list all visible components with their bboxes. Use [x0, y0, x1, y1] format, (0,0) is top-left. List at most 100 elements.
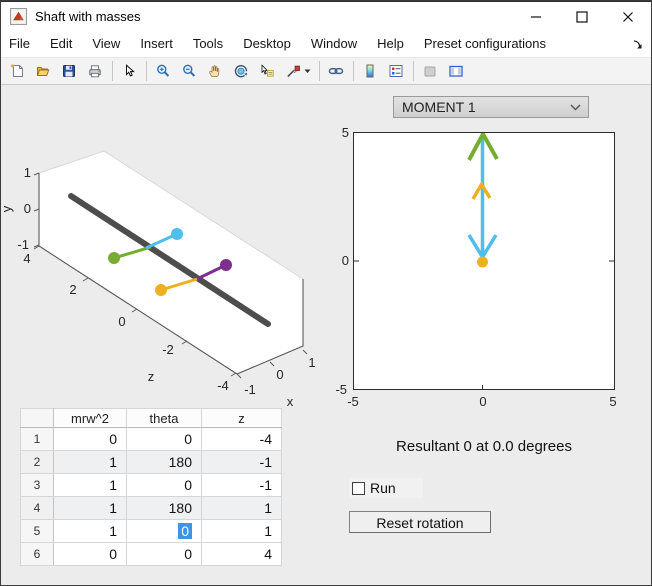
cell-z[interactable]: -1	[201, 473, 282, 497]
data-cursor-icon	[261, 64, 274, 77]
toolbar-separator	[112, 61, 113, 81]
show-plot-tools-icon	[449, 65, 463, 77]
table-row: 4 1 180 1	[20, 496, 282, 520]
row-number: 2	[20, 450, 54, 474]
cell-mrw2[interactable]: 0	[53, 542, 127, 566]
window-title: Shaft with masses	[35, 9, 141, 24]
reset-rotation-button[interactable]: Reset rotation	[349, 511, 491, 533]
run-checkbox-label: Run	[370, 480, 396, 496]
toolbar-separator	[319, 61, 320, 81]
printer-icon	[89, 65, 101, 78]
cell-z[interactable]: 4	[201, 542, 282, 566]
rotate-3d-icon	[234, 64, 248, 78]
pan-hand-icon	[209, 65, 220, 77]
open-folder-icon	[36, 67, 50, 76]
menu-window[interactable]: Window	[301, 31, 367, 57]
brush-dropdown-caret[interactable]	[304, 61, 312, 81]
plot-tick-marks	[354, 260, 614, 389]
moment-ytick-0: 0	[341, 253, 349, 268]
menu-tools[interactable]: Tools	[183, 31, 233, 57]
menu-help[interactable]: Help	[367, 31, 414, 57]
edit-plot-button[interactable]	[119, 61, 139, 81]
data-cursor-button[interactable]	[257, 61, 277, 81]
zoom-out-icon	[183, 64, 196, 77]
row-number: 3	[20, 473, 54, 497]
insert-legend-button[interactable]	[386, 61, 406, 81]
menu-file[interactable]: File	[1, 31, 40, 57]
moment-selector[interactable]: MOMENT 1	[393, 96, 589, 118]
title-bar: Shaft with masses	[1, 1, 651, 31]
cell-theta-editing[interactable]: 0	[126, 519, 202, 543]
y-tick-0: 0	[24, 201, 31, 216]
dock-figure-icon[interactable]	[631, 38, 644, 51]
save-figure-button[interactable]	[59, 61, 79, 81]
cyan-mass-marker	[171, 228, 183, 240]
pan-button[interactable]	[205, 61, 225, 81]
toolbar-separator	[413, 61, 414, 81]
menu-insert[interactable]: Insert	[130, 31, 183, 57]
print-figure-button[interactable]	[85, 61, 105, 81]
matlab-logo-icon	[10, 8, 27, 25]
x-tick-neg1: -1	[244, 382, 256, 397]
cell-z[interactable]: 1	[201, 496, 282, 520]
table-row: 3 1 0 -1	[20, 473, 282, 497]
link-chain-icon	[328, 68, 344, 75]
cell-z[interactable]: 1	[201, 519, 282, 543]
toolbar-separator	[353, 61, 354, 81]
legend-icon	[389, 65, 403, 77]
run-checkbox-panel[interactable]: Run	[349, 478, 423, 498]
cell-mrw2[interactable]: 1	[53, 473, 127, 497]
cell-mrw2[interactable]: 1	[53, 519, 127, 543]
cell-theta[interactable]: 0	[126, 473, 202, 497]
cell-mrw2[interactable]: 1	[53, 450, 127, 474]
rotate-3d-button[interactable]	[231, 61, 251, 81]
cell-mrw2[interactable]: 0	[53, 427, 127, 451]
mass-table: mrw^2 theta z 1 0 0 -4 2 1 180 -1 3 1 0 …	[20, 408, 282, 566]
cell-z[interactable]: -4	[201, 427, 282, 451]
moment-ytick-5: 5	[341, 125, 349, 140]
menu-edit[interactable]: Edit	[40, 31, 82, 57]
colorbar-icon	[366, 64, 374, 78]
brush-icon	[287, 65, 300, 78]
cell-theta[interactable]: 180	[126, 450, 202, 474]
hide-plot-tools-button[interactable]	[420, 61, 440, 81]
insert-colorbar-button[interactable]	[360, 61, 380, 81]
green-mass-marker	[108, 252, 120, 264]
run-checkbox[interactable]	[352, 481, 365, 495]
cell-theta[interactable]: 180	[126, 496, 202, 520]
show-plot-tools-button[interactable]	[446, 61, 466, 81]
table-row: 2 1 180 -1	[20, 450, 282, 474]
zoom-out-button[interactable]	[179, 61, 199, 81]
minimize-icon	[531, 15, 541, 18]
new-figure-button[interactable]	[7, 61, 27, 81]
link-plots-button[interactable]	[326, 61, 346, 81]
zoom-in-button[interactable]	[153, 61, 173, 81]
close-button[interactable]	[605, 2, 651, 31]
brush-data-button[interactable]	[283, 61, 303, 81]
cell-mrw2[interactable]: 1	[53, 496, 127, 520]
z-axis-label: z	[148, 369, 155, 384]
maximize-button[interactable]	[559, 2, 605, 31]
menu-preset-configurations[interactable]: Preset configurations	[414, 31, 556, 57]
cell-z[interactable]: -1	[201, 450, 282, 474]
cell-theta[interactable]: 0	[126, 542, 202, 566]
z-tick-neg4: -4	[217, 378, 229, 393]
y-axis-label: y	[1, 205, 14, 212]
toolbar-separator	[146, 61, 147, 81]
open-file-button[interactable]	[33, 61, 53, 81]
minimize-button[interactable]	[513, 2, 559, 31]
menu-desktop[interactable]: Desktop	[233, 31, 301, 57]
z-tick-2: 2	[69, 282, 76, 297]
table-row: 6 0 0 4	[20, 542, 282, 566]
x-axis-label: x	[287, 394, 294, 409]
figure-toolbar	[1, 58, 651, 85]
shaft-3d-plot[interactable]: 1 0 -1 y 4 2 0 -2 -4 z -1 0 1 x	[1, 121, 331, 411]
x-tick-0: 0	[276, 367, 283, 382]
zoom-in-icon	[157, 64, 170, 77]
x-tick-1: 1	[308, 355, 315, 370]
cell-theta[interactable]: 0	[126, 427, 202, 451]
purple-mass-marker	[220, 259, 232, 271]
menu-view[interactable]: View	[82, 31, 130, 57]
y-tick-marks	[33, 172, 40, 248]
moment-xtick-0: 0	[479, 394, 487, 409]
